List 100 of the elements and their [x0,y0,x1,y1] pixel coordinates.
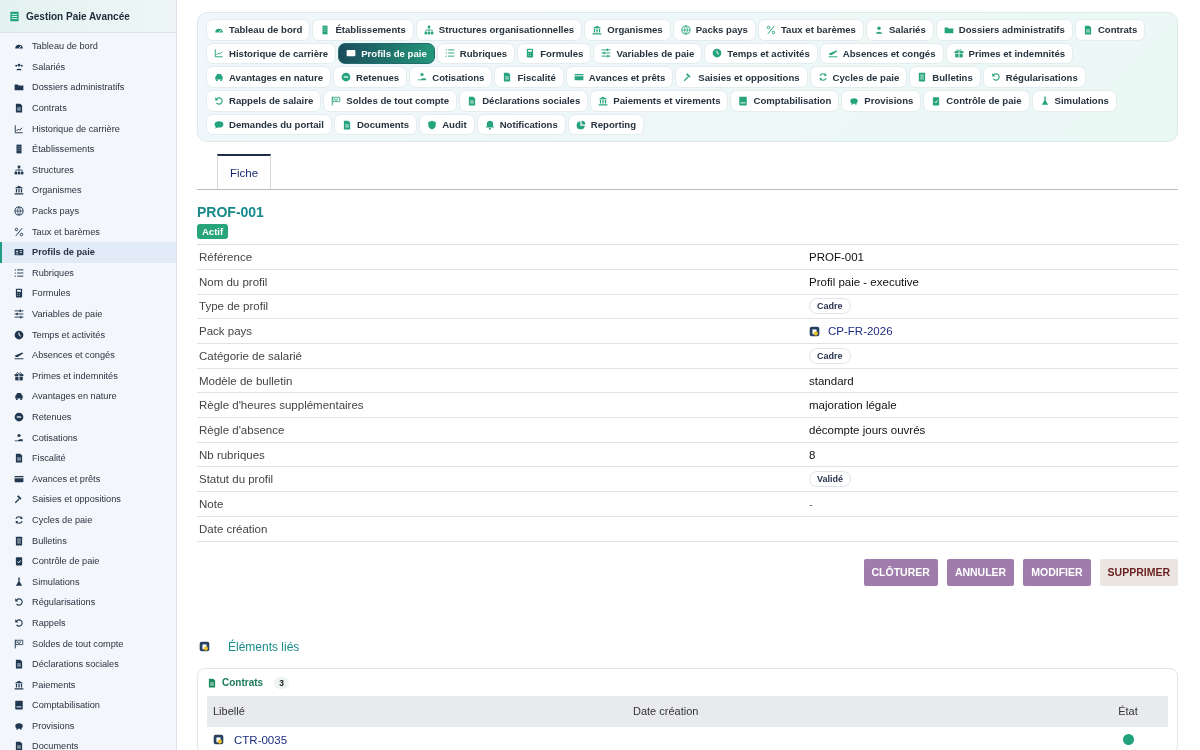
view-tab[interactable]: Fiche [217,154,272,190]
module-tab[interactable]: Fiscalité [494,66,564,88]
sidebar-item[interactable]: Avantages en nature [0,386,176,407]
sidebar-item[interactable]: Simulations [0,571,176,593]
module-tab[interactable]: Temps et activités [704,42,818,65]
sidebar-item[interactable]: Documents [0,736,176,750]
calculator-icon [14,288,24,299]
module-tab[interactable]: Salariés [865,19,934,41]
sidebar-item[interactable]: Structures [0,159,176,181]
module-tab[interactable]: Tableau de bord [206,19,311,41]
pie-chart-icon [575,119,586,130]
module-tab[interactable]: Primes et indemnités [945,42,1074,65]
globe-icon [14,206,24,217]
sidebar-item[interactable]: Tableau de bord [0,36,176,57]
field-label: Modèle de bulletin [198,374,294,387]
row-link[interactable]: CTR-0035 [234,733,288,746]
module-tab[interactable]: Rappels de salaire [206,90,322,112]
sidebar-item[interactable]: Cycles de paie [0,509,176,531]
module-tab[interactable]: Reporting [567,113,645,136]
module-tab[interactable]: Audit [419,113,475,136]
sidebar-item[interactable]: Packs pays [0,200,176,222]
action-button[interactable]: MODIFIER [1023,558,1091,586]
module-tab[interactable]: Retenues [333,66,408,88]
module-tab[interactable]: Provisions [841,90,922,112]
field-value: majoration légale [809,399,897,412]
line-chart-icon [214,48,224,59]
people-icon [14,61,24,72]
sidebar-item[interactable]: Formules [0,283,176,304]
module-tab[interactable]: Simulations [1031,90,1117,112]
action-button[interactable]: CLÔTURER [863,558,938,586]
module-tab[interactable]: Packs pays [672,19,756,41]
action-button[interactable]: SUPPRIMER [1099,558,1178,586]
card-icon [14,473,24,484]
sidebar-item[interactable]: Paiements [0,674,176,695]
module-tab[interactable]: Documents [333,113,418,136]
sidebar-item[interactable]: Organismes [0,180,176,201]
module-tab[interactable]: Historique de carrière [206,42,337,65]
sidebar-item[interactable]: Rubriques [0,262,176,284]
card-title: Contrats [222,677,264,688]
line-chart-icon [14,123,24,134]
sidebar-item[interactable]: Profils de paie [0,241,176,263]
module-tab[interactable]: Variables de paie [593,42,703,65]
module-tab[interactable]: Paiements et virements [590,90,729,112]
sidebar-item[interactable]: Provisions [0,715,176,737]
module-tab[interactable]: Profils de paie [338,42,435,65]
sidebar-item[interactable]: Temps et activités [0,324,176,345]
module-tab[interactable]: Comptabilisation [730,90,840,112]
field-value: - [809,497,813,510]
sidebar-item[interactable]: Retenues [0,406,176,428]
action-button[interactable]: ANNULER [946,558,1015,586]
sidebar-item[interactable]: Fiscalité [0,447,176,469]
sidebar-item[interactable]: Absences et congés [0,344,176,366]
sidebar-item[interactable]: Établissements [0,138,176,160]
folder-icon [14,82,24,93]
module-tab[interactable]: Déclarations sociales [459,90,589,112]
sidebar-item[interactable]: Dossiers administratifs [0,77,176,98]
sidebar-item[interactable]: Salariés [0,56,176,78]
sidebar-item[interactable]: Variables de paie [0,303,176,325]
receipt-icon [917,72,928,83]
sidebar-item[interactable]: Taux et barèmes [0,221,176,242]
value-link[interactable]: CP-FR-2026 [828,325,893,338]
module-tab[interactable]: Cycles de paie [809,66,908,88]
sidebar-item[interactable]: Avances et prêts [0,468,176,490]
sidebar-item[interactable]: Cotisations [0,427,176,448]
module-tab[interactable]: Établissements [312,19,414,41]
module-tab[interactable]: Contrôle de paie [923,90,1030,112]
module-tab[interactable]: Demandes du portail [206,113,332,136]
sidebar-item[interactable]: Contrôle de paie [0,550,176,572]
module-tab[interactable]: Avances et prêts [565,66,674,88]
module-tab[interactable]: Saisies et oppositions [675,66,808,88]
minus-circle-icon [341,72,351,83]
module-tab[interactable]: Structures organisationnelles [415,19,583,41]
sidebar-item[interactable]: Historique de carrière [0,118,176,139]
sidebar-item[interactable]: Rappels [0,612,176,634]
sidebar-item[interactable]: Contrats [0,97,176,119]
sidebar-item[interactable]: Primes et indemnités [0,365,176,387]
module-tab[interactable]: Notifications [476,113,566,136]
field-label: Date création [198,522,269,535]
sidebar-item[interactable]: Saisies et oppositions [0,489,176,510]
module-tab[interactable]: Bulletins [909,66,981,88]
record-icon [213,734,224,745]
module-tab[interactable]: Organismes [584,19,671,41]
field-value: standard [809,374,854,387]
sidebar-item[interactable]: Soldes de tout compte [0,633,176,654]
module-tab[interactable]: Absences et congés [819,42,944,65]
book-icon [14,700,24,711]
module-tab[interactable]: Taux et barèmes [757,19,864,41]
module-tab[interactable]: Rubriques [436,42,516,65]
sidebar-item[interactable]: Déclarations sociales [0,653,176,675]
module-tab[interactable]: Régularisations [982,66,1086,88]
module-tab[interactable]: Soldes de tout compte [323,90,458,112]
globe-icon [680,24,691,35]
module-tab[interactable]: Formules [517,42,592,65]
module-tab[interactable]: Dossiers administratifs [935,19,1073,41]
sidebar-item[interactable]: Bulletins [0,530,176,551]
sidebar-item[interactable]: Régularisations [0,592,176,613]
module-tab[interactable]: Avantages en nature [206,66,331,88]
module-tab[interactable]: Contrats [1074,19,1146,41]
sidebar-item[interactable]: Comptabilisation [0,695,176,716]
module-tab[interactable]: Cotisations [409,66,493,88]
